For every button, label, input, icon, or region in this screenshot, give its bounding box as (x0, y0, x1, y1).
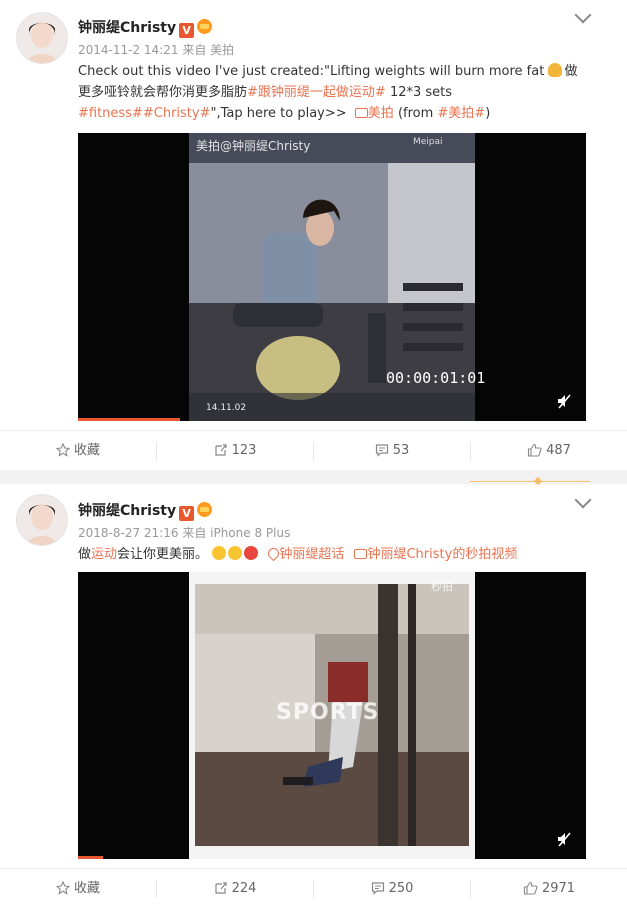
comment-icon (375, 444, 388, 457)
like-count: 487 (546, 443, 571, 458)
weibo-post-1: 钟丽缇Christy V 2014-11-2 14:21 来自 美拍 Check … (0, 0, 627, 470)
post-text: Check out this video I've just created:"… (78, 61, 588, 124)
avatar[interactable] (16, 494, 68, 546)
post-meta: 2018-8-27 21:16 来自 iPhone 8 Plus (78, 526, 291, 540)
comment-button[interactable]: 53 (314, 431, 470, 471)
text-segment: 会让你更美丽。 (117, 547, 209, 562)
like-button[interactable]: 487 (471, 431, 627, 471)
repost-count: 123 (231, 443, 257, 458)
video-caption: SPORTS (276, 700, 380, 725)
repost-button[interactable]: 123 (157, 431, 313, 471)
video-link[interactable]: 钟丽缇Christy的秒拍视频 (367, 547, 517, 562)
text-segment: Check out this video I've just created:"… (78, 64, 549, 79)
like-button[interactable]: 2971 (471, 869, 627, 909)
text-segment: 做 (78, 547, 92, 562)
hashtag-link[interactable]: #美拍# (437, 106, 485, 121)
username-text[interactable]: 钟丽缇Christy (78, 503, 176, 519)
video-watermark: 美拍@钟丽缇Christy (196, 139, 311, 153)
video-link-icon (354, 108, 368, 118)
emoji-kiss-icon (228, 546, 243, 560)
keyword-link[interactable]: 运动 (91, 547, 117, 562)
avatar[interactable] (16, 12, 68, 64)
video-date: 14.11.02 (206, 403, 247, 413)
star-icon (55, 443, 70, 457)
repost-icon (214, 882, 227, 894)
crown-icon (197, 502, 213, 517)
chevron-down-icon[interactable] (574, 6, 592, 24)
like-icon (528, 443, 542, 457)
comment-button[interactable]: 250 (314, 869, 470, 909)
action-bar: 收藏 224 250 2971 (0, 868, 627, 909)
username-text[interactable]: 钟丽缇Christy (78, 20, 176, 36)
favorite-button[interactable]: 收藏 (0, 431, 156, 471)
video-progress-bar[interactable] (78, 418, 180, 421)
super-topic-link[interactable]: 钟丽缇超话 (279, 547, 344, 562)
text-segment: ",Tap here to play>> (210, 106, 347, 121)
meipai-link[interactable]: 美拍 (368, 106, 394, 121)
post-text: 做运动会让你更美丽。 钟丽缇超话 钟丽缇Christy的秒拍视频 (78, 544, 588, 565)
repost-button[interactable]: 224 (157, 869, 313, 909)
comment-count: 53 (392, 443, 410, 458)
comment-icon (371, 882, 384, 895)
favorite-label: 收藏 (73, 443, 100, 458)
video-brand: Meipai (413, 137, 443, 147)
post-meta: 2014-11-2 14:21 来自 美拍 (78, 43, 235, 57)
verified-badge-icon: V (179, 23, 195, 38)
video-link-icon (354, 549, 368, 559)
video-brand: 秒拍 (431, 580, 453, 593)
repost-icon (214, 444, 227, 456)
mute-icon[interactable] (556, 831, 572, 847)
username[interactable]: 钟丽缇Christy V (78, 17, 213, 38)
text-segment: 12*3 sets (385, 85, 453, 100)
mute-icon[interactable] (556, 393, 572, 409)
video-timecode: 00:00:01:01 (386, 369, 486, 387)
hashtag-link[interactable]: #fitness##Christy# (78, 106, 210, 121)
star-icon (55, 881, 70, 895)
username[interactable]: 钟丽缇Christy V (78, 500, 213, 521)
repost-count: 224 (231, 881, 257, 896)
emoji-heart-eyes-icon (244, 546, 259, 560)
video-player[interactable]: 美拍@钟丽缇Christy Meipai 00:00:01:01 14.11.0… (78, 133, 586, 421)
text-segment: (from (393, 106, 438, 121)
like-count: 2971 (541, 881, 576, 896)
weibo-post-2: 钟丽缇Christy V 2018-8-27 21:16 来自 iPhone 8 … (0, 484, 627, 904)
text-segment: ) (485, 106, 491, 121)
action-bar: 收藏 123 53 487 (0, 430, 627, 471)
crown-icon (197, 19, 213, 34)
verified-badge-icon: V (179, 506, 195, 521)
hashtag-link[interactable]: #跟钟丽缇一起做运动# (247, 85, 386, 100)
emoji-sunglasses-icon (212, 546, 227, 560)
favorite-button[interactable]: 收藏 (0, 869, 156, 909)
like-icon (523, 881, 538, 895)
comment-count: 250 (388, 881, 414, 896)
video-progress-bar[interactable] (78, 856, 104, 859)
flex-arm-emoji-icon (548, 63, 563, 77)
decorative-divider (470, 481, 590, 482)
video-frame (189, 133, 475, 421)
chevron-down-icon[interactable] (574, 491, 592, 509)
video-player[interactable]: 秒拍 SPORTS (78, 572, 586, 859)
favorite-label: 收藏 (73, 881, 100, 896)
